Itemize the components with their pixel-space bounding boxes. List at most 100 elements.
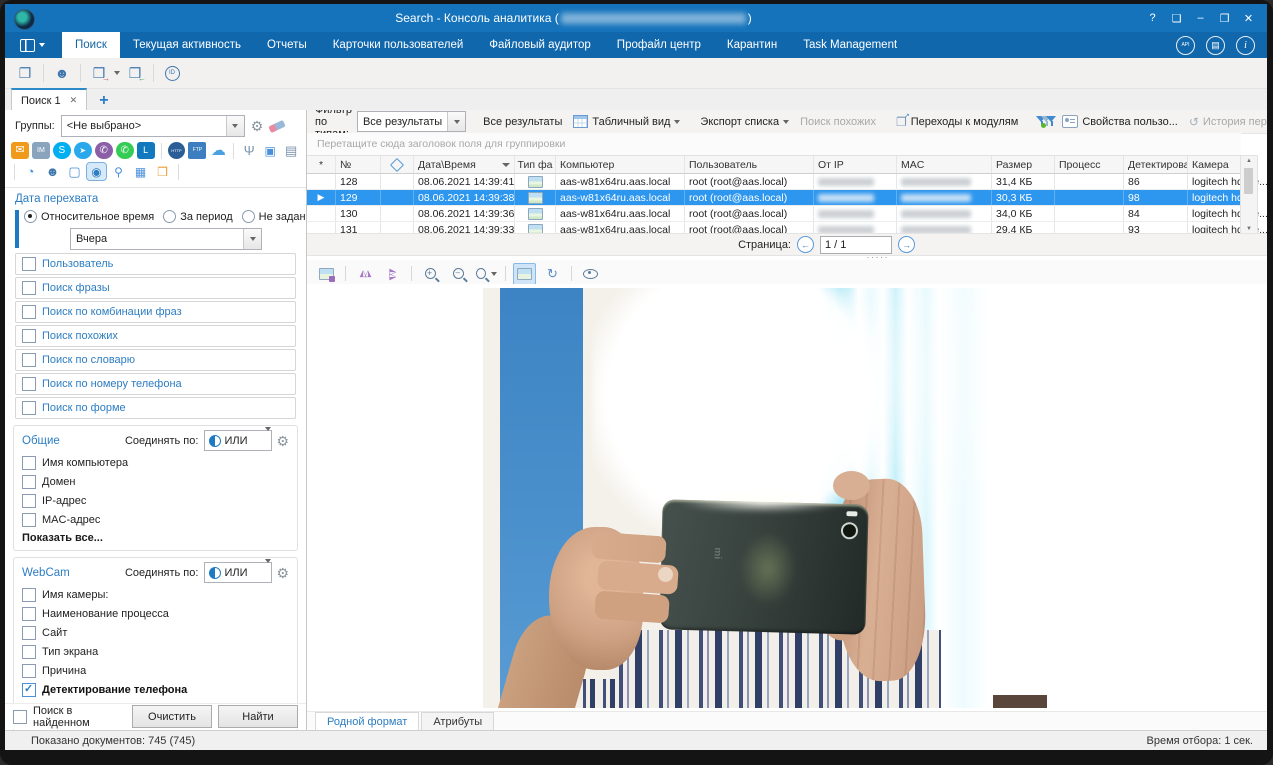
menu-tab-profile-center[interactable]: Профайл центр: [604, 32, 714, 58]
window-copy-icon[interactable]: ❐: [13, 62, 37, 85]
radio-relative-time[interactable]: [24, 210, 37, 223]
webcam-item-camera-name[interactable]: Имя камеры:: [22, 585, 289, 604]
checkbox[interactable]: [22, 664, 36, 678]
header-user[interactable]: Пользователь: [685, 156, 814, 173]
webcam-item-process-name[interactable]: Наименование процесса: [22, 604, 289, 623]
groups-dropdown[interactable]: <Не выбрано>: [61, 115, 245, 137]
header-mac[interactable]: MAC: [897, 156, 992, 173]
scroll-up-icon[interactable]: ▲: [1241, 156, 1257, 166]
search-tab[interactable]: Поиск 1✕: [11, 88, 87, 111]
menu-tab-user-cards[interactable]: Карточки пользователей: [320, 32, 477, 58]
close-tab-icon[interactable]: ✕: [70, 95, 78, 106]
checkbox[interactable]: [22, 257, 36, 271]
printer-icon[interactable]: ▤: [282, 142, 300, 159]
lync-icon[interactable]: L: [137, 142, 155, 159]
gear-icon[interactable]: ⚙: [276, 434, 289, 448]
common-item-ip[interactable]: IP-адрес: [22, 491, 289, 510]
search-similar-button[interactable]: Поиск похожих: [797, 116, 879, 128]
dropdown-button[interactable]: [265, 563, 271, 582]
all-results-button[interactable]: Все результаты: [480, 116, 565, 128]
table-row[interactable]: 130 08.06.2021 14:39:36 aas-w81x64ru.aas…: [307, 206, 1241, 222]
common-item-mac[interactable]: MAC-адрес: [22, 510, 289, 529]
viber-icon[interactable]: ✆: [95, 142, 113, 159]
dropdown-button[interactable]: [265, 431, 271, 450]
api-icon[interactable]: API: [1176, 36, 1195, 55]
radio-not-set[interactable]: [242, 210, 255, 223]
gear-icon[interactable]: ⚙: [276, 566, 289, 580]
search-in-found-checkbox[interactable]: [13, 710, 27, 724]
restore-button[interactable]: ❐: [1214, 9, 1235, 27]
telegram-icon[interactable]: ➤: [74, 142, 92, 159]
checkbox[interactable]: [22, 456, 36, 470]
filter-phone-number[interactable]: Поиск по номеру телефона: [15, 373, 296, 395]
info-icon[interactable]: i: [1236, 36, 1255, 55]
flip-horizontal-icon[interactable]: ◭◮: [353, 263, 376, 285]
menu-tab-search[interactable]: Поиск: [62, 32, 120, 58]
header-number[interactable]: №: [336, 156, 381, 173]
checkbox[interactable]: [22, 607, 36, 621]
checkbox[interactable]: [22, 329, 36, 343]
tab-attributes[interactable]: Атрибуты: [421, 712, 494, 731]
next-page-button[interactable]: →: [898, 236, 915, 253]
checkbox[interactable]: [22, 626, 36, 640]
checkbox[interactable]: [22, 305, 36, 319]
cash-register-icon[interactable]: ▦: [131, 163, 150, 180]
dropdown-button[interactable]: [243, 229, 261, 249]
menu-tab-file-auditor[interactable]: Файловый аудитор: [476, 32, 604, 58]
header-process[interactable]: Процесс: [1055, 156, 1124, 173]
zoom-out-icon[interactable]: [447, 263, 470, 285]
save-image-icon[interactable]: [315, 263, 338, 285]
header-datetime[interactable]: Дата\Время: [414, 156, 515, 173]
checkbox[interactable]: [22, 401, 36, 415]
id-search-icon[interactable]: [160, 62, 184, 85]
dropdown-button[interactable]: [226, 116, 244, 136]
user-activity-icon[interactable]: ☻: [43, 163, 62, 180]
app-menu-button[interactable]: [11, 32, 54, 58]
webcam-icon[interactable]: ◉: [87, 163, 106, 180]
clock-icon[interactable]: ◔: [21, 163, 40, 180]
table-view-button[interactable]: Табличный вид: [570, 115, 683, 128]
dropdown-button[interactable]: [447, 112, 465, 131]
checkbox[interactable]: [22, 281, 36, 295]
table-scrollbar[interactable]: ▲ ▼: [1240, 155, 1258, 235]
checkbox[interactable]: [22, 377, 36, 391]
filter-form[interactable]: Поиск по форме: [15, 397, 296, 419]
join-dropdown[interactable]: ИЛИ: [204, 430, 272, 451]
checkbox[interactable]: [22, 494, 36, 508]
filter-phrase-combination[interactable]: Поиск по комбинации фраз: [15, 301, 296, 323]
radio-period[interactable]: [163, 210, 176, 223]
export-list-button[interactable]: Экспорт списка: [697, 116, 792, 128]
folder-import-icon[interactable]: ❒←: [123, 62, 147, 85]
go-to-modules-button[interactable]: ❐Переходы к модулям: [893, 115, 1021, 129]
common-item-computer-name[interactable]: Имя компьютера: [22, 453, 289, 472]
find-button[interactable]: Найти: [218, 705, 298, 728]
microphone-icon[interactable]: ⚲: [109, 163, 128, 180]
checkbox[interactable]: [22, 513, 36, 527]
chat-history-button[interactable]: ↺История переписки: [1186, 115, 1267, 129]
chevron-down-icon[interactable]: [114, 71, 120, 75]
header-select[interactable]: *: [307, 156, 336, 173]
im-icon[interactable]: IM: [32, 142, 50, 159]
header-detected[interactable]: Детектирова: [1124, 156, 1188, 173]
eraser-icon[interactable]: [269, 119, 286, 132]
services-icon[interactable]: ▤: [1206, 36, 1225, 55]
clear-button[interactable]: Очистить: [132, 705, 212, 728]
table-row[interactable]: 128 08.06.2021 14:39:41 aas-w81x64ru.aas…: [307, 174, 1241, 190]
filter-similar[interactable]: Поиск похожих: [15, 325, 296, 347]
checkbox-checked[interactable]: [22, 683, 36, 697]
view-icon[interactable]: [579, 263, 602, 285]
ftp-icon[interactable]: FTP: [188, 142, 206, 159]
prev-page-button[interactable]: ←: [797, 236, 814, 253]
menu-tab-task-management[interactable]: Task Management: [790, 32, 910, 58]
gear-icon[interactable]: ⚙: [251, 119, 264, 133]
table-header-row[interactable]: * № Дата\Время Тип фа Компьютер Пользова…: [307, 155, 1241, 174]
header-computer[interactable]: Компьютер: [556, 156, 685, 173]
checkbox[interactable]: [22, 353, 36, 367]
cloud-icon[interactable]: ☁: [209, 142, 227, 159]
header-tag[interactable]: [381, 156, 414, 173]
table-row-selected[interactable]: ▶ 129 08.06.2021 14:39:38 aas-w81x64ru.a…: [307, 190, 1241, 206]
header-file-type[interactable]: Тип фа: [515, 156, 556, 173]
webcam-item-reason[interactable]: Причина: [22, 661, 289, 680]
minimize-button[interactable]: –: [1190, 9, 1211, 27]
page-value[interactable]: 1 / 1: [820, 236, 892, 254]
